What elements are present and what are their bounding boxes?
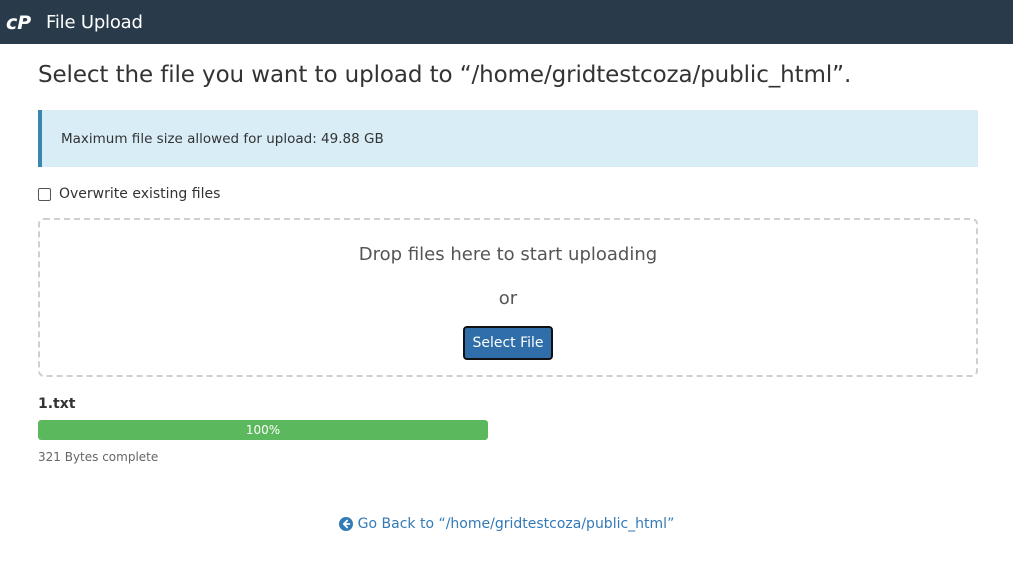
upload-progress-label: 100%	[245, 423, 281, 437]
go-back-label[interactable]: Go Back to “/home/gridtestcoza/public_ht…	[358, 516, 675, 532]
max-file-size-text: Maximum file size allowed for upload: 49…	[61, 130, 384, 147]
upload-status: 321 Bytes complete	[38, 450, 159, 464]
cpanel-logo-icon[interactable]: cP	[6, 12, 38, 32]
upload-progress-bar: 100%	[38, 420, 488, 440]
file-drop-zone[interactable]: Drop files here to start uploading or Se…	[38, 218, 978, 377]
overwrite-label[interactable]: Overwrite existing files	[59, 186, 220, 202]
drop-zone-text: Drop files here to start uploading	[358, 244, 658, 265]
top-bar: cP File Upload	[0, 0, 1013, 44]
select-file-button[interactable]: Select File	[463, 326, 553, 360]
go-back-link[interactable]: Go Back to “/home/gridtestcoza/public_ht…	[0, 516, 1013, 532]
upload-progress-fill: 100%	[38, 420, 488, 440]
page-heading: Select the file you want to upload to “/…	[38, 62, 852, 88]
max-file-size-alert: Maximum file size allowed for upload: 49…	[38, 110, 978, 167]
overwrite-option[interactable]: Overwrite existing files	[38, 186, 220, 202]
drop-zone-or: or	[498, 288, 518, 309]
app-title: File Upload	[46, 11, 143, 33]
arrow-circle-left-icon[interactable]	[338, 517, 353, 531]
overwrite-checkbox[interactable]	[38, 188, 51, 201]
upload-file-name: 1.txt	[38, 396, 76, 412]
svg-text:cP: cP	[6, 12, 31, 32]
